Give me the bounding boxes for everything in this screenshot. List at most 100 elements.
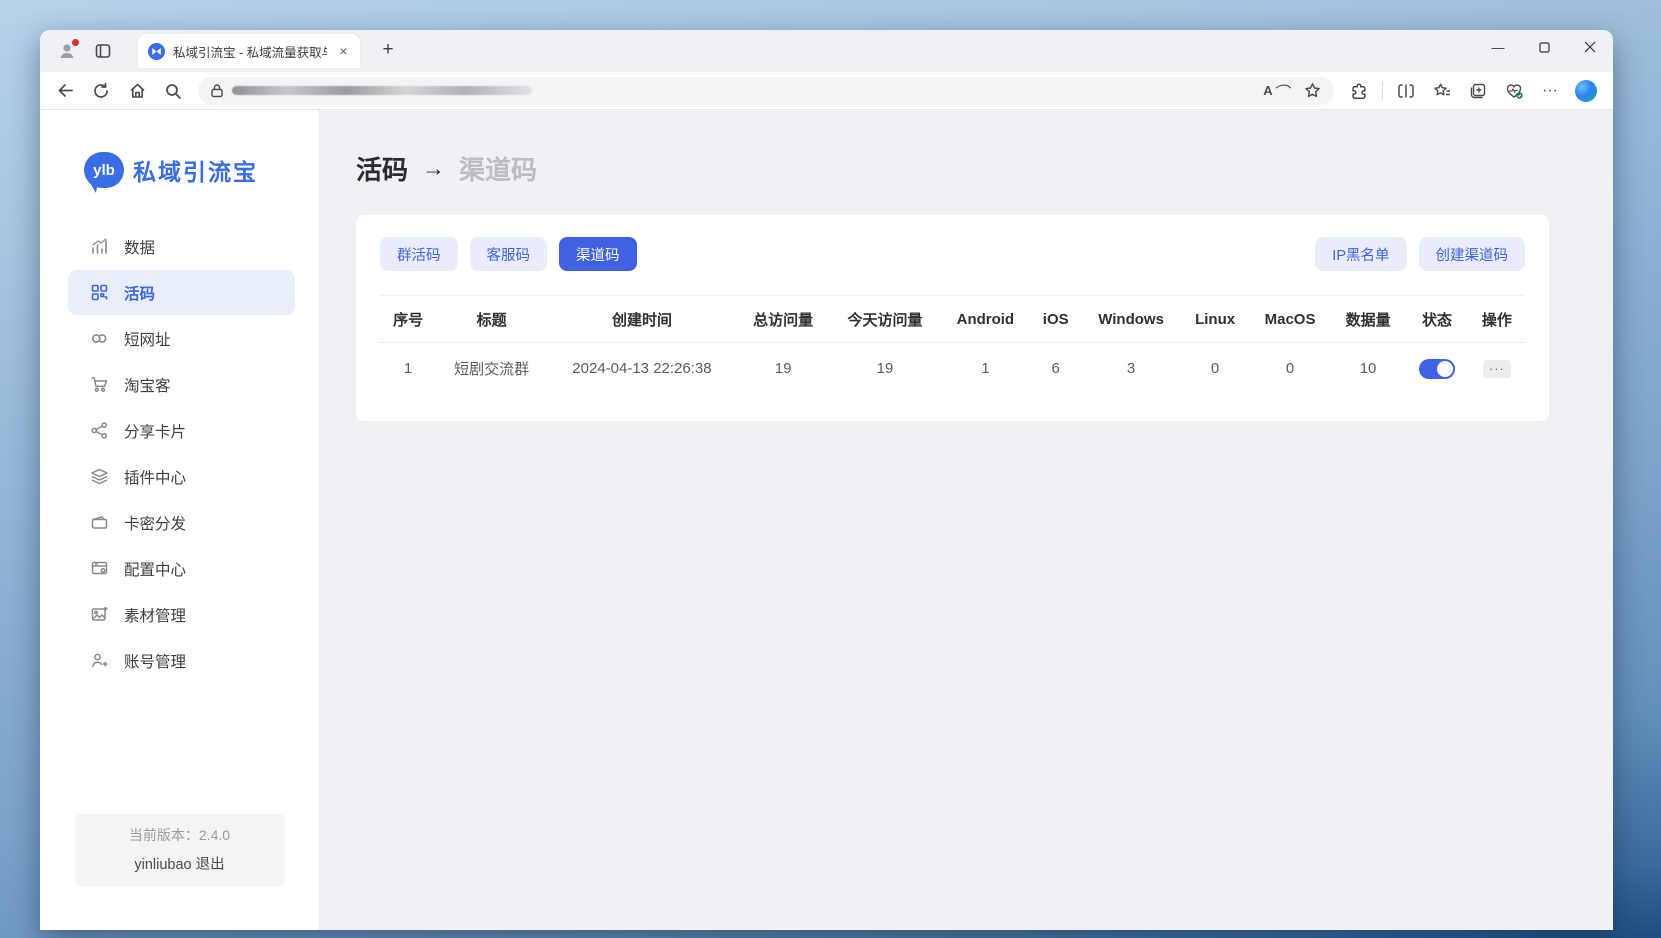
minimize-button[interactable]: — [1475,30,1521,64]
cell-created: 2024-04-13 22:26:38 [547,343,737,395]
col-header-linux: Linux [1181,296,1249,343]
extensions-icon[interactable] [1342,76,1376,106]
col-header-status: 状态 [1405,296,1468,343]
col-header-windows: Windows [1081,296,1181,343]
sidebar-item-label: 插件中心 [124,466,186,488]
settings-window-icon [90,559,109,578]
tab-close-icon[interactable]: × [335,43,352,60]
sidebar-item-label: 短网址 [124,328,171,350]
tab-service-code[interactable]: 客服码 [470,237,548,271]
cell-linux: 0 [1181,343,1249,395]
lock-icon [210,83,224,98]
cell-datacount: 10 [1331,343,1405,395]
col-header-android: Android [941,296,1031,343]
refresh-icon[interactable] [84,76,118,106]
sidebar-item-cardkeys[interactable]: 卡密分发 [68,500,295,545]
tab-actions-menu-icon[interactable] [88,36,118,66]
cell-today-visits: 19 [829,343,940,395]
sidebar-item-label: 淘宝客 [124,374,171,396]
window-controls: — [1475,30,1613,64]
sidebar-item-label: 账号管理 [124,650,186,672]
col-header-title: 标题 [436,296,547,343]
cell-index: 1 [380,343,436,395]
back-icon[interactable] [48,76,82,106]
app-logo: ylb 私域引流宝 [84,152,319,188]
sidebar-item-label: 素材管理 [124,604,186,626]
collections-icon[interactable] [1461,76,1495,106]
ip-blacklist-button[interactable]: IP黑名单 [1315,237,1406,271]
cell-total-visits: 19 [737,343,830,395]
profile-avatar[interactable] [52,36,82,66]
sidebar-item-shorturl[interactable]: 短网址 [68,316,295,361]
qr-code-icon [90,283,109,302]
app-content: ylb 私域引流宝 数据 活码 [40,110,1613,930]
address-bar[interactable]: A⌒ [198,77,1334,105]
desktop-background: 私域引流宝 - 私域流量获取与维护 × + — [0,0,1661,938]
logo-bubble-icon: ylb [84,152,124,188]
split-screen-icon[interactable] [1389,76,1423,106]
breadcrumb: 活码 → 渠道码 [356,150,1549,187]
col-header-datacount: 数据量 [1331,296,1405,343]
table-header-row: 序号 标题 创建时间 总访问量 今天访问量 Android iOS Window… [380,296,1525,343]
browser-tab[interactable]: 私域引流宝 - 私域流量获取与维护 × [138,34,360,68]
col-header-total-visits: 总访问量 [737,296,830,343]
channel-code-table: 序号 标题 创建时间 总访问量 今天访问量 Android iOS Window… [380,295,1525,395]
sidebar-item-config[interactable]: 配置中心 [68,546,295,591]
favorites-list-icon[interactable] [1425,76,1459,106]
search-icon[interactable] [156,76,190,106]
redacted-url [232,86,532,95]
sidebar-item-materials[interactable]: 素材管理 [68,592,295,637]
cell-macos: 0 [1249,343,1331,395]
sidebar-item-label: 卡密分发 [124,512,186,534]
tab-favicon-icon [148,43,165,60]
wallet-icon [90,513,109,532]
sidebar-item-data[interactable]: 数据 [68,224,295,269]
tab-group-livecode[interactable]: 群活码 [380,237,458,271]
tab-channel-code[interactable]: 渠道码 [559,237,637,271]
sidebar-item-accounts[interactable]: 账号管理 [68,638,295,683]
favorite-star-icon[interactable] [1298,79,1326,103]
tab-title: 私域引流宝 - 私域流量获取与维护 [173,42,327,61]
share-icon [90,421,109,440]
close-button[interactable] [1567,30,1613,64]
col-header-actions: 操作 [1469,296,1525,343]
cell-title: 短剧交流群 [436,343,547,395]
new-tab-button[interactable]: + [374,36,402,64]
row-more-actions-button[interactable]: ··· [1483,360,1511,378]
shopping-cart-icon [90,375,109,394]
link-icon [90,329,109,348]
table-card: 群活码 客服码 渠道码 IP黑名单 创建渠道码 序号 标题 创建时间 [356,215,1549,421]
sidebar: ylb 私域引流宝 数据 活码 [40,110,320,930]
home-icon[interactable] [120,76,154,106]
image-upload-icon [90,605,109,624]
sidebar-item-livecode[interactable]: 活码 [68,270,295,315]
notification-dot-icon [72,39,79,46]
sidebar-nav: 数据 活码 短网址 [40,224,319,683]
copilot-icon[interactable] [1569,76,1603,106]
user-plus-icon [90,651,109,670]
sidebar-item-plugins[interactable]: 插件中心 [68,454,295,499]
browser-titlebar: 私域引流宝 - 私域流量获取与维护 × + — [40,30,1613,72]
sidebar-item-label: 配置中心 [124,558,186,580]
sidebar-item-label: 数据 [124,236,155,258]
table-row: 1 短剧交流群 2024-04-13 22:26:38 19 19 1 6 3 … [380,343,1525,395]
browser-toolbar: A⌒ ··· [40,72,1613,110]
account-logout[interactable]: yinliubao 退出 [83,853,277,874]
sidebar-item-label: 分享卡片 [124,420,186,442]
sidebar-item-sharecard[interactable]: 分享卡片 [68,408,295,453]
col-header-macos: MacOS [1249,296,1331,343]
col-header-created: 创建时间 [547,296,737,343]
browser-essentials-icon[interactable] [1497,76,1531,106]
col-header-today-visits: 今天访问量 [829,296,940,343]
col-header-ios: iOS [1030,296,1081,343]
maximize-button[interactable] [1521,30,1567,64]
create-channel-code-button[interactable]: 创建渠道码 [1419,237,1526,271]
sidebar-item-taobao[interactable]: 淘宝客 [68,362,295,407]
cell-status [1405,343,1468,395]
browser-window: 私域引流宝 - 私域流量获取与维护 × + — [40,30,1613,930]
breadcrumb-parent[interactable]: 活码 [356,150,408,187]
sidebar-footer: 当前版本：2.4.0 yinliubao 退出 [75,814,285,886]
read-aloud-icon[interactable]: A⌒ [1262,79,1290,103]
more-menu-icon[interactable]: ··· [1533,76,1567,106]
status-toggle[interactable] [1419,359,1455,379]
